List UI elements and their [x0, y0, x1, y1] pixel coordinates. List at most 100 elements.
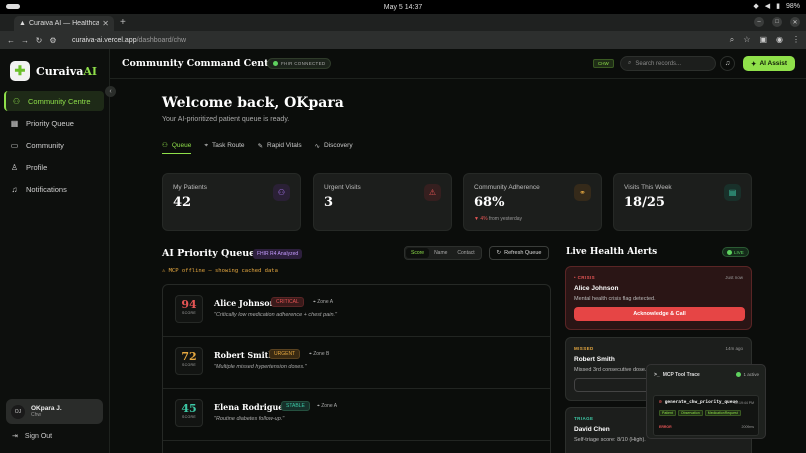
ai-assist-label: AI Assist: [759, 60, 788, 67]
pin-icon: ⌖: [204, 141, 209, 149]
status-badge: STABLE: [281, 401, 310, 411]
alert-patient: David Chen: [574, 426, 610, 433]
resource-tag: Patient: [659, 410, 676, 416]
volume-icon: ◀: [764, 3, 771, 10]
activity-icon: ∿: [314, 142, 321, 150]
tab-title: Curaiva AI — Healthcare: [28, 20, 99, 27]
new-tab-button[interactable]: +: [120, 17, 126, 28]
status-badge: CRITICAL: [271, 297, 304, 307]
logo-name: Curaiva: [36, 64, 84, 78]
browser-tab[interactable]: ▲ Curaiva AI — Healthcare ✕: [14, 16, 114, 31]
sidebar: ✚ CuraivaAI ‹ ⚇ Community Centre ▦ Prior…: [0, 49, 116, 453]
mcp-tool-trace-panel[interactable]: >_ MCP Tool Trace 1 active ⊘ generate_chw_…: [646, 364, 766, 439]
notifications-button[interactable]: ♫: [720, 56, 735, 71]
back-icon[interactable]: ←: [4, 36, 18, 45]
alert-patient: Alice Johnson: [574, 285, 619, 292]
sort-contact-button[interactable]: Contact: [452, 248, 479, 258]
tab-label: Rapid Vitals: [267, 142, 302, 149]
stat-card-adherence: Community Adherence 68% ▼ 4% from yester…: [463, 173, 602, 231]
status-dot-icon: [273, 61, 278, 66]
mcp-function-name: generate_chw_priority_queue: [664, 400, 738, 405]
forward-icon[interactable]: →: [18, 36, 32, 45]
sidebar-item-label: Priority Queue: [26, 118, 74, 128]
reload-icon[interactable]: ↻: [32, 36, 46, 45]
alerts-title: Live Health Alerts: [566, 247, 658, 257]
score-box: 94 SCORE: [175, 295, 203, 323]
patient-note: "Multiple missed hypertension doses.": [214, 364, 307, 370]
sidebar-item-profile[interactable]: ♙ Profile: [4, 157, 104, 177]
score-label: SCORE: [182, 363, 196, 367]
sort-toggle: Score Name Contact: [404, 246, 482, 260]
os-clock[interactable]: May 5 14:37: [384, 4, 423, 11]
ai-assist-button[interactable]: ✦ AI Assist: [743, 56, 795, 71]
user-card[interactable]: OJ OKpara J. Chw: [6, 399, 103, 424]
fhir-analyzed-badge: FHIR R4 Analyzed: [253, 249, 303, 259]
score-box: 45 SCORE: [175, 399, 203, 427]
stat-value: 3: [324, 195, 334, 210]
role-badge: CHW: [593, 59, 614, 68]
acknowledge-call-button[interactable]: Acknowledge & Call: [574, 307, 745, 321]
fhir-status-text: FHIR CONNECTED: [281, 61, 326, 66]
score-label: SCORE: [182, 311, 196, 315]
sidebar-item-priority-queue[interactable]: ▦ Priority Queue: [4, 113, 104, 133]
mcp-duration: 2009ms: [741, 425, 754, 429]
activities-indicator[interactable]: [6, 4, 20, 9]
tab-discovery[interactable]: ∿ Discovery: [315, 141, 353, 154]
warning-icon: ⚠: [424, 184, 441, 201]
tab-label: Queue: [171, 141, 192, 149]
close-window-icon[interactable]: ✕: [790, 17, 800, 27]
stat-card-visits: Visits This Week 18/25 ▤: [613, 173, 752, 231]
score-box: 72 SCORE: [175, 347, 203, 375]
tab-rapid-vitals[interactable]: ✎ Rapid Vitals: [258, 141, 302, 154]
tab-task-route[interactable]: ⌖ Task Route: [204, 141, 244, 154]
refresh-queue-button[interactable]: ↻ Refresh Queue: [489, 246, 549, 260]
mcp-active-count: 1 active: [736, 372, 759, 377]
alert-patient: Robert Smith: [574, 356, 615, 363]
search-input[interactable]: ⌕ Search records...: [620, 56, 716, 71]
score-value: 72: [181, 350, 197, 363]
link-icon: ⚭: [574, 184, 591, 201]
address-bar: ← → ↻ ⚙ curaiva-ai.vercel.app/dashboard/…: [0, 31, 806, 49]
sidebar-item-label: Profile: [26, 162, 48, 172]
url-field[interactable]: curaiva-ai.vercel.app/dashboard/chw: [72, 37, 186, 44]
zone-text: Zone A: [321, 403, 338, 409]
queue-row[interactable]: 94 SCORE Alice Johnson CRITICAL ⌖ Zone A…: [163, 285, 550, 337]
bookmark-icon[interactable]: ☆: [743, 35, 750, 45]
menu-icon[interactable]: ⋮: [792, 35, 800, 45]
extensions-icon[interactable]: ▣: [759, 35, 767, 45]
battery-level: 98%: [785, 2, 800, 10]
mcp-trace-card[interactable]: ⊘ generate_chw_priority_queue 02:19:44 PM…: [653, 395, 759, 436]
profile-icon[interactable]: ◉: [776, 35, 783, 45]
mcp-time: 02:19:44 PM: [734, 401, 754, 405]
sort-name-button[interactable]: Name: [429, 248, 452, 258]
tab-queue[interactable]: ⚇ Queue: [162, 141, 192, 154]
queue-row[interactable]: 45 SCORE Elena Rodriguez STABLE ⌖ Zone A…: [163, 389, 550, 441]
zoom-icon[interactable]: ⌕: [730, 35, 734, 45]
sort-score-button[interactable]: Score: [406, 248, 430, 258]
sidebar-item-notifications[interactable]: ♫ Notifications: [4, 179, 104, 199]
minimize-icon[interactable]: –: [754, 17, 764, 27]
users-icon: ⚇: [12, 96, 21, 106]
welcome-subtitle: Your AI-prioritized patient queue is rea…: [162, 116, 290, 123]
warning-text: MCP offline — showing cached data: [168, 268, 278, 274]
sign-out-button[interactable]: ⇥ Sign Out: [12, 432, 52, 441]
mcp-header: >_ MCP Tool Trace: [654, 372, 700, 378]
system-tray[interactable]: ◆ ◀ ▮ 98%: [753, 2, 800, 11]
refresh-icon: ↻: [496, 250, 502, 256]
sidebar-item-community-centre[interactable]: ⚇ Community Centre: [4, 91, 104, 111]
live-text: LIVE: [734, 249, 744, 255]
patient-note: "Critically low medication adherence + c…: [214, 312, 337, 318]
site-info-icon[interactable]: ⚙: [46, 36, 60, 45]
logo[interactable]: ✚ CuraivaAI: [10, 61, 97, 81]
queue-row[interactable]: 72 SCORE Robert Smith URGENT ⌖ Zone B "M…: [163, 337, 550, 389]
close-tab-icon[interactable]: ✕: [102, 19, 109, 28]
stat-label: Visits This Week: [624, 184, 672, 191]
welcome-title: Welcome back, OKpara: [162, 95, 344, 111]
wifi-icon: ◆: [753, 3, 759, 10]
browser-actions: ⌕ ☆ ▣ ◉ ⋮: [730, 35, 800, 45]
maximize-icon[interactable]: □: [772, 17, 782, 27]
patient-name: Elena Rodriguez: [214, 402, 288, 412]
alert-message: Mental health crisis flag detected.: [574, 296, 656, 302]
warning-icon: ⚠: [162, 268, 169, 274]
sidebar-item-community[interactable]: ▭ Community: [4, 135, 104, 155]
